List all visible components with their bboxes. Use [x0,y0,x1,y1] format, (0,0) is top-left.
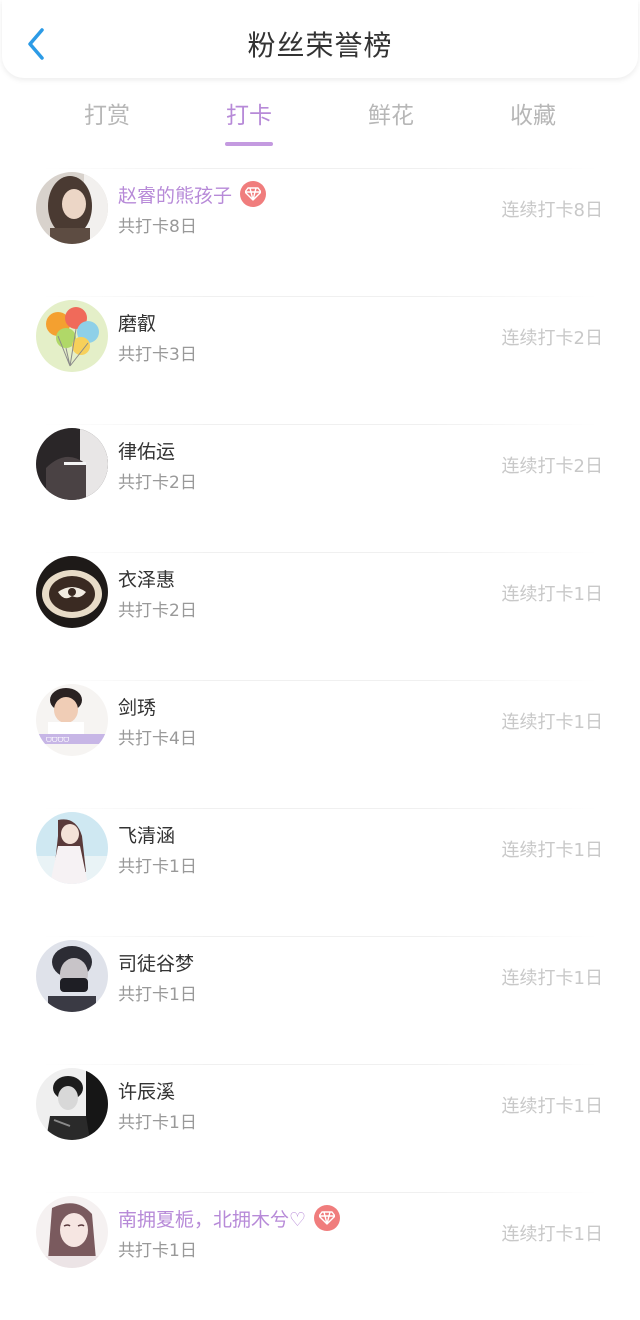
total-checkins: 共打卡4日 [118,729,197,749]
list-item[interactable]: 飞清涵 共打卡1日 连续打卡1日 [0,808,640,936]
page-title: 粉丝荣誉榜 [247,29,393,62]
avatar [36,428,108,500]
streak-checkins: 连续打卡2日 [501,328,603,349]
fan-name: 许辰溪 [118,1080,176,1103]
streak-checkins: 连续打卡1日 [501,584,603,605]
list-item[interactable]: ᗜᗜᗜᗜ 剑琇 共打卡4日 连续打卡1日 [0,680,640,808]
total-checkins: 共打卡2日 [118,601,197,621]
fan-list: 赵睿的熊孩子 共打卡8日 连续打卡8日 磨叡 共打卡3日 连续打卡2日 律佑运 … [0,168,640,1320]
avatar [36,812,108,884]
streak-checkins: 连续打卡1日 [501,712,603,733]
total-checkins: 共打卡2日 [118,473,197,493]
total-checkins: 共打卡3日 [118,345,197,365]
list-item[interactable]: 司徒谷梦 共打卡1日 连续打卡1日 [0,936,640,1064]
fan-name: 衣泽惠 [118,568,176,591]
total-checkins: 共打卡1日 [118,985,197,1005]
avatar [36,300,108,372]
streak-checkins: 连续打卡1日 [501,1096,603,1117]
fan-name: 飞清涵 [118,824,176,847]
tab-bar: 打赏 打卡 鲜花 收藏 [0,96,640,156]
total-checkins: 共打卡1日 [118,1241,197,1261]
fan-name: 剑琇 [118,696,157,719]
tab-flowers[interactable]: 鲜花 [341,96,441,130]
fan-name: 磨叡 [118,312,157,335]
svg-text:ᗜᗜᗜᗜ: ᗜᗜᗜᗜ [46,736,69,744]
total-checkins: 共打卡1日 [118,1113,197,1133]
fan-name: 律佑运 [118,440,176,463]
list-item[interactable]: 南拥夏栀，北拥木兮♡ 共打卡1日 连续打卡1日 [0,1192,640,1320]
avatar [36,172,108,244]
fan-name: 司徒谷梦 [118,952,195,975]
tab-active-underline [225,142,273,146]
list-item[interactable]: 律佑运 共打卡2日 连续打卡2日 [0,424,640,552]
avatar [36,940,108,1012]
list-item[interactable]: 许辰溪 共打卡1日 连续打卡1日 [0,1064,640,1192]
tab-checkin[interactable]: 打卡 [199,96,299,146]
total-checkins: 共打卡8日 [118,217,197,237]
fan-name: 南拥夏栀，北拥木兮♡ [118,1208,307,1231]
avatar [36,1068,108,1140]
list-item[interactable]: 衣泽惠 共打卡2日 连续打卡1日 [0,552,640,680]
avatar: ᗜᗜᗜᗜ [36,684,108,756]
streak-checkins: 连续打卡2日 [501,456,603,477]
tab-favorites[interactable]: 收藏 [483,96,583,130]
avatar [36,556,108,628]
streak-checkins: 连续打卡1日 [501,968,603,989]
fan-name: 赵睿的熊孩子 [118,184,233,207]
streak-checkins: 连续打卡8日 [501,200,603,221]
streak-checkins: 连续打卡1日 [501,840,603,861]
total-checkins: 共打卡1日 [118,857,197,877]
header-bar: 粉丝荣誉榜 [2,0,638,78]
list-item[interactable]: 磨叡 共打卡3日 连续打卡2日 [0,296,640,424]
vip-diamond-icon [314,1205,341,1231]
tab-reward[interactable]: 打赏 [57,96,157,130]
list-item[interactable]: 赵睿的熊孩子 共打卡8日 连续打卡8日 [0,168,640,296]
streak-checkins: 连续打卡1日 [501,1224,603,1245]
avatar [36,1196,108,1268]
vip-diamond-icon [240,181,267,207]
